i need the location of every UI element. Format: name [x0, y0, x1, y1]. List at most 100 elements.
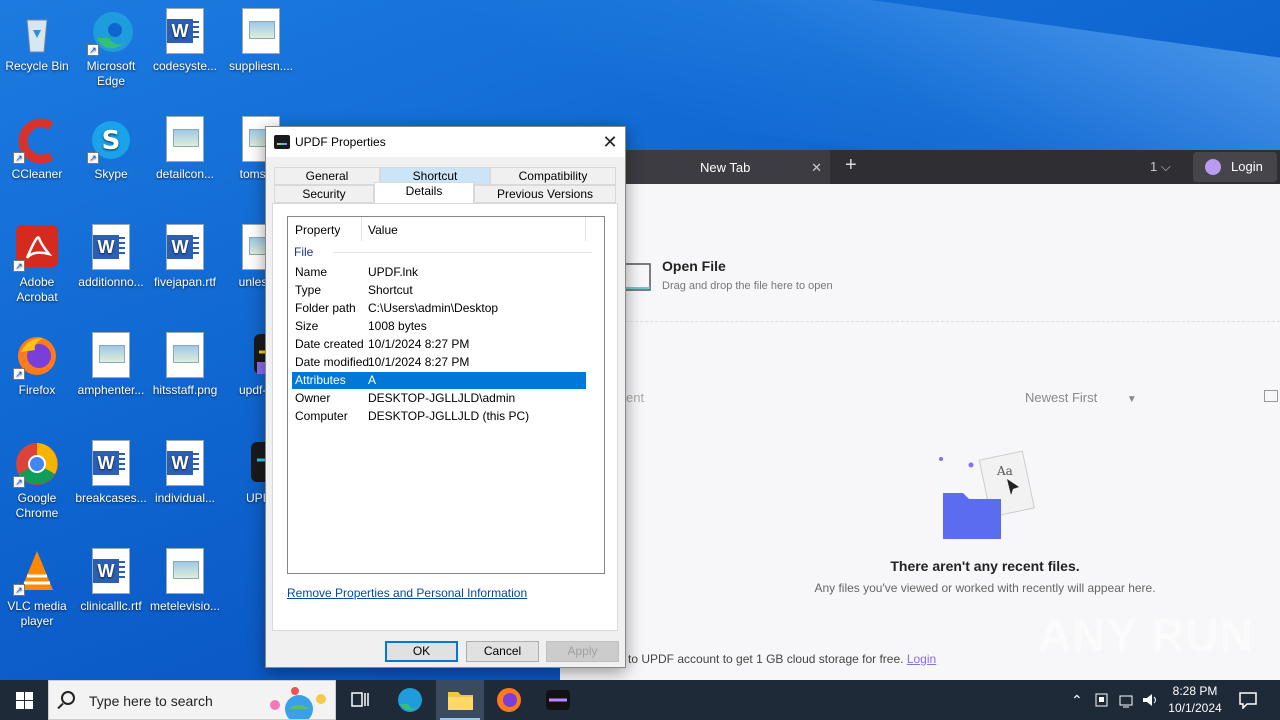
shortcut-arrow-icon: ↗	[87, 44, 99, 56]
desktop-icon-edge[interactable]: ↗ Microsoft Edge	[74, 8, 148, 89]
property-row[interactable]: Owner DESKTOP-JGLLJLD\admin	[292, 390, 586, 407]
property-value: C:\Users\admin\Desktop	[368, 301, 499, 315]
desktop-icon-label: CCleaner	[11, 167, 63, 181]
property-row[interactable]: Name UPDF.lnk	[292, 264, 586, 281]
properties-list[interactable]: Property Value File Name UPDF.lnk Type Sho…	[287, 216, 605, 574]
tab-previous-versions[interactable]: Previous Versions	[474, 185, 616, 203]
desktop-icon-label: clinicalllc.rtf	[80, 599, 142, 613]
shortcut-arrow-icon: ↗	[87, 152, 99, 164]
word-document-icon: W	[87, 548, 135, 596]
property-row[interactable]: Computer DESKTOP-JGLLJLD (this PC)	[292, 408, 586, 425]
windows-logo-icon	[25, 692, 33, 700]
shortcut-arrow-icon: ↗	[13, 584, 25, 596]
desktop-icon-label: individual...	[154, 491, 216, 505]
taskbar-updf[interactable]	[534, 680, 582, 720]
desktop-icon-label: Adobe Acrobat	[16, 275, 58, 304]
taskbar-search-box[interactable]: Type here to search	[48, 680, 336, 720]
edge-icon: ↗	[87, 8, 135, 56]
tab-title: New Tab	[700, 160, 751, 175]
property-name: Date modified	[295, 355, 370, 369]
property-row-selected[interactable]: Attributes A	[292, 372, 586, 389]
apply-button[interactable]: Apply	[546, 641, 619, 662]
taskbar-clock[interactable]: 8:28 PM 10/1/2024	[1158, 683, 1232, 717]
property-row[interactable]: Type Shortcut	[292, 282, 586, 299]
shortcut-arrow-icon: ↗	[13, 152, 25, 164]
dialog-title-bar[interactable]: UPDF Properties ✕	[266, 127, 625, 157]
tab-compatibility[interactable]: Compatibility	[490, 167, 616, 185]
updf-tab-bar: New Tab ✕ + 1 ⌵ Login	[560, 150, 1280, 184]
taskbar-file-explorer[interactable]	[436, 680, 484, 720]
updf-tab-new-tab[interactable]: New Tab ✕	[620, 150, 830, 184]
desktop-icon-recycle-bin[interactable]: Recycle Bin	[0, 8, 74, 74]
acrobat-icon: ↗	[13, 224, 61, 272]
tab-count-dropdown[interactable]: 1 ⌵	[1150, 159, 1171, 175]
shortcut-arrow-icon: ↗	[13, 476, 25, 488]
column-header-property[interactable]: Property	[288, 217, 362, 241]
desktop-icon-skype[interactable]: S ↗ Skype	[74, 116, 148, 182]
taskbar: Type here to search ⌃ 8:28 PM 10/1/2024	[0, 680, 1280, 720]
desktop-icon-detailcon[interactable]: detailcon...	[148, 116, 222, 182]
updf-app-icon	[274, 135, 290, 149]
desktop-icon-codesyste[interactable]: W codesyste...	[148, 8, 222, 74]
desktop-icon-individual[interactable]: W individual...	[148, 440, 222, 506]
notifications-icon[interactable]	[1238, 691, 1258, 709]
taskbar-edge[interactable]	[386, 680, 434, 720]
property-row[interactable]: Date modified 10/1/2024 8:27 PM	[292, 354, 586, 371]
tab-details[interactable]: Details	[374, 182, 474, 203]
desktop-icon-suppliesn[interactable]: suppliesn....	[224, 8, 298, 74]
image-file-icon	[237, 8, 285, 56]
word-document-icon: W	[87, 224, 135, 272]
desktop-icon-fivejapan[interactable]: W fivejapan.rtf	[148, 224, 222, 290]
desktop-icon-amphenter[interactable]: amphenter...	[74, 332, 148, 398]
start-button[interactable]	[0, 680, 48, 720]
property-name: Type	[295, 283, 322, 297]
sort-dropdown[interactable]: Newest First ▼	[1025, 390, 1137, 405]
property-row[interactable]: Date created 10/1/2024 8:27 PM	[292, 336, 586, 353]
network-icon[interactable]	[1118, 692, 1136, 708]
desktop-icon-additionno[interactable]: W additionno...	[74, 224, 148, 290]
svg-text:Aa: Aa	[996, 464, 1013, 478]
desktop-icon-label: Recycle Bin	[5, 59, 69, 73]
desktop-icon-clinicalllc[interactable]: W clinicalllc.rtf	[74, 548, 148, 614]
word-document-icon: W	[161, 8, 209, 56]
ok-button[interactable]: OK	[385, 641, 458, 662]
task-view-button[interactable]	[336, 680, 384, 720]
desktop-icon-firefox[interactable]: ↗ Firefox	[0, 332, 74, 398]
clock-date: 10/1/2024	[1168, 701, 1222, 715]
new-tab-icon[interactable]: +	[845, 154, 857, 177]
close-icon[interactable]: ✕	[595, 127, 625, 157]
desktop-icon-label: amphenter...	[77, 383, 145, 397]
open-file-area[interactable]: Open File Drag and drop the file here to…	[560, 230, 1280, 322]
property-row[interactable]: Size 1008 bytes	[292, 318, 586, 335]
cancel-button[interactable]: Cancel	[466, 641, 539, 662]
desktop-icon-adobe-acrobat[interactable]: ↗ Adobe Acrobat	[0, 224, 74, 305]
promo-login-link[interactable]: Login	[907, 652, 936, 666]
property-row[interactable]: Folder path C:\Users\admin\Desktop	[292, 300, 586, 317]
login-button[interactable]: Login	[1193, 152, 1277, 182]
list-view-icon[interactable]	[1264, 390, 1278, 402]
desktop-icon-google-chrome[interactable]: ↗ Google Chrome	[0, 440, 74, 521]
desktop-icon-metelevisio[interactable]: metelevisio...	[148, 548, 222, 614]
taskbar-firefox[interactable]	[485, 680, 533, 720]
tab-security[interactable]: Security	[274, 185, 374, 203]
column-header-value[interactable]: Value	[362, 217, 586, 241]
close-tab-icon[interactable]: ✕	[811, 150, 822, 186]
list-header: Property Value	[288, 217, 604, 241]
desktop-icon-ccleaner[interactable]: ↗ CCleaner	[0, 116, 74, 182]
tab-general[interactable]: General	[274, 167, 380, 185]
recent-label: ent	[626, 390, 645, 405]
svg-text:S: S	[102, 126, 121, 156]
property-value: 10/1/2024 8:27 PM	[368, 337, 470, 351]
show-hidden-icons-chevron[interactable]: ⌃	[1071, 680, 1083, 720]
device-icon[interactable]	[1094, 692, 1110, 708]
login-label: Login	[1231, 159, 1263, 174]
desktop-icon-breakcases[interactable]: W breakcases...	[74, 440, 148, 506]
volume-icon[interactable]	[1141, 692, 1159, 708]
remove-properties-link[interactable]: Remove Properties and Personal Informati…	[287, 586, 527, 600]
recycle-bin-icon	[13, 8, 61, 56]
vlc-icon: ↗	[13, 548, 61, 596]
ccleaner-icon: ↗	[13, 116, 61, 164]
firefox-icon	[497, 688, 521, 712]
desktop-icon-vlc[interactable]: ↗ VLC media player	[0, 548, 74, 629]
desktop-icon-hitsstaff[interactable]: hitsstaff.png	[148, 332, 222, 398]
